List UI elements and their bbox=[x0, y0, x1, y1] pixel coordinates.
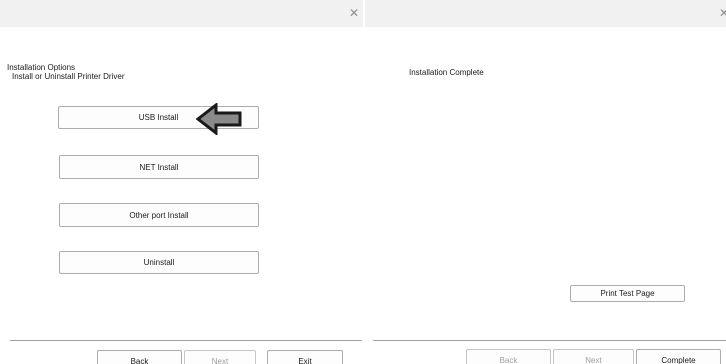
title-bar: ✕ bbox=[0, 0, 363, 27]
uninstall-button[interactable]: Uninstall bbox=[59, 251, 259, 274]
close-icon[interactable]: ✕ bbox=[349, 7, 359, 19]
next-button[interactable]: Next bbox=[553, 349, 634, 364]
other-port-install-button[interactable]: Other port Install bbox=[59, 203, 259, 227]
install-options-window: ✕ Installation Options Install or Uninst… bbox=[0, 0, 363, 364]
back-button[interactable]: Back bbox=[466, 349, 551, 364]
page-subtitle: Install or Uninstall Printer Driver bbox=[12, 72, 125, 81]
back-button[interactable]: Back bbox=[97, 350, 182, 364]
complete-button[interactable]: Complete bbox=[636, 349, 721, 364]
close-icon[interactable]: ✕ bbox=[719, 7, 726, 19]
footer-divider bbox=[373, 340, 726, 341]
exit-button[interactable]: Exit bbox=[267, 350, 343, 364]
page-title: Installation Options bbox=[7, 63, 76, 72]
installation-complete-window: ✕ Installation Complete Print Test Page … bbox=[365, 0, 726, 364]
title-bar: ✕ bbox=[365, 0, 726, 27]
print-test-page-button[interactable]: Print Test Page bbox=[570, 285, 685, 302]
net-install-button[interactable]: NET Install bbox=[59, 155, 259, 179]
next-button[interactable]: Next bbox=[184, 350, 256, 364]
footer-divider bbox=[10, 340, 362, 341]
left-arrow-icon bbox=[196, 103, 242, 135]
page-title: Installation Complete bbox=[409, 68, 484, 77]
